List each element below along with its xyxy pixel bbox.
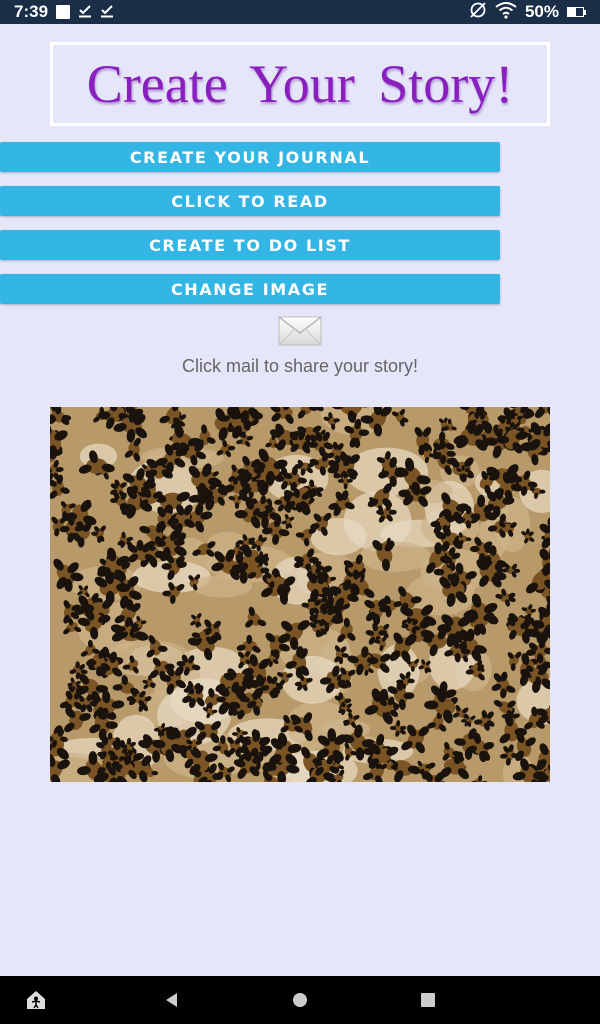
clock: 7:39	[14, 2, 49, 21]
home-icon[interactable]	[288, 988, 312, 1012]
create-todo-list-button[interactable]: CREATE TO DO LIST	[0, 230, 500, 260]
battery-tip	[584, 9, 586, 15]
story-image	[50, 407, 550, 782]
notification-square-icon	[56, 5, 71, 19]
mail-icon[interactable]	[278, 316, 322, 346]
battery-fill	[568, 8, 576, 16]
no-sim-icon	[469, 1, 487, 24]
title-banner: Create Your Story!	[50, 42, 550, 126]
download-check-icon	[100, 4, 114, 20]
share-caption: Click mail to share your story!	[181, 356, 419, 376]
create-journal-button[interactable]: CREATE YOUR JOURNAL	[0, 142, 500, 172]
change-image-button[interactable]: CHANGE IMAGE	[0, 274, 500, 304]
back-icon[interactable]	[160, 988, 184, 1012]
status-left: 7:39	[14, 2, 114, 22]
page-title: Create Your Story!	[86, 54, 514, 114]
status-bar: 7:39 50%	[0, 0, 600, 24]
app-screen: 7:39 50% Create Your Story! CREATE YOUR …	[0, 0, 600, 1024]
status-right: 50%	[469, 1, 586, 24]
battery-body	[567, 7, 584, 17]
battery-icon	[567, 7, 586, 17]
recents-icon[interactable]	[416, 988, 440, 1012]
download-check-icon	[78, 4, 92, 20]
accessibility-home-icon[interactable]	[24, 988, 48, 1012]
click-to-read-button[interactable]: CLICK TO READ	[0, 186, 500, 216]
navigation-bar	[0, 976, 600, 1024]
wifi-icon	[495, 1, 517, 24]
battery-percent: 50%	[524, 2, 559, 21]
